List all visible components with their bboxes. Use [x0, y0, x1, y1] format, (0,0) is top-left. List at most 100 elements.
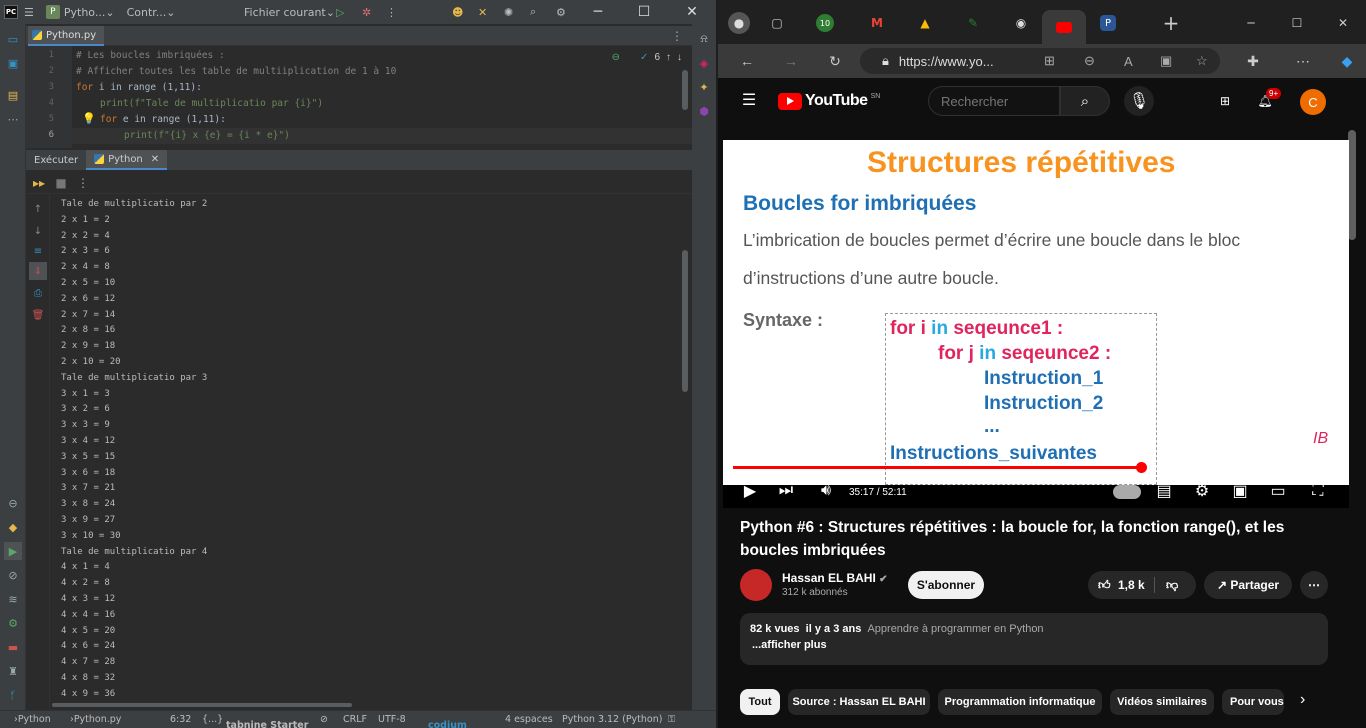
scroll-down-icon[interactable]: ↓: [29, 222, 47, 240]
chip-all[interactable]: Tout: [740, 689, 780, 715]
print-icon[interactable]: ⎙: [29, 284, 47, 302]
channel-avatar[interactable]: [740, 569, 772, 601]
search-input[interactable]: [928, 86, 1060, 116]
chips-next-icon[interactable]: ›: [1300, 691, 1305, 709]
browser-menu-icon[interactable]: ⋯: [1294, 52, 1312, 70]
ai-chat-icon[interactable]: ✦: [695, 78, 713, 96]
scroll-up-icon[interactable]: ↑: [29, 200, 47, 218]
lightbulb-icon[interactable]: 💡: [80, 109, 98, 127]
tab-gmail[interactable]: M: [864, 10, 890, 36]
project-selector[interactable]: P Pytho... ⌄: [40, 0, 121, 24]
read-aloud-icon[interactable]: A: [1124, 54, 1133, 69]
editor-scrollbar[interactable]: [682, 70, 688, 110]
tab-p[interactable]: P: [1100, 15, 1116, 31]
minimize-button[interactable]: ─: [576, 0, 620, 24]
clear-all-icon[interactable]: 🗑: [29, 306, 47, 324]
layers-icon[interactable]: ≋: [4, 590, 22, 608]
next-video-icon[interactable]: ⏭︎: [777, 482, 795, 500]
channel-name[interactable]: Hassan EL BAHI ✔: [782, 571, 888, 585]
vcs-selector[interactable]: Contr... ⌄: [121, 0, 182, 24]
run-console-output[interactable]: Tale de multiplicatio par 2 2 x 1 = 2 2 x …: [52, 194, 682, 706]
address-bar[interactable]: 🔒︎ https://www.yo... ⊞ ⊖ A ▣ ☆: [860, 48, 1220, 74]
scroll-to-end-icon[interactable]: ⇓: [29, 262, 47, 280]
no-errors-icon[interactable]: ⊘: [320, 714, 328, 725]
like-icon[interactable]: 👍︎: [1098, 578, 1111, 593]
tab-whatsapp[interactable]: 10: [816, 14, 834, 32]
next-highlight-icon[interactable]: ↓: [677, 52, 682, 63]
codium-icon[interactable]: ⬢: [695, 102, 713, 120]
youtube-logo[interactable]: YouTube SN: [778, 92, 880, 110]
favorite-icon[interactable]: ☆: [1196, 53, 1208, 69]
settings-icon[interactable]: ⚙: [550, 0, 572, 24]
tab-python-py[interactable]: Python.py: [28, 26, 105, 46]
run-tool-icon[interactable]: ▶: [4, 542, 22, 560]
hamburger-menu-icon[interactable]: ☰: [740, 91, 758, 109]
pycharm-logo-icon[interactable]: PC: [4, 5, 18, 19]
progress-bar[interactable]: [733, 462, 1339, 473]
run-more-icon[interactable]: ⋮: [74, 174, 92, 192]
console-h-scrollbar[interactable]: [52, 703, 352, 707]
chip-related[interactable]: Vidéos similaires: [1110, 689, 1214, 715]
browser-minimize-button[interactable]: ─: [1238, 10, 1264, 36]
run-tab-python[interactable]: Python ✕: [86, 150, 168, 170]
create-video-icon[interactable]: ⊞: [1216, 92, 1234, 110]
breadcrumb-file[interactable]: › Python.py: [70, 714, 121, 725]
file-encoding[interactable]: UTF-8: [378, 714, 406, 725]
subscribe-button[interactable]: S'abonner: [908, 571, 984, 599]
more-actions-button[interactable]: ⋯: [1300, 571, 1328, 599]
services-icon[interactable]: ⊘: [4, 566, 22, 584]
tab-drive[interactable]: ▲: [912, 10, 938, 36]
app-available-icon[interactable]: ⊞: [1044, 53, 1055, 69]
close-button[interactable]: ✕: [670, 0, 714, 24]
tab-actions-icon[interactable]: ▢: [764, 10, 790, 36]
line-separator[interactable]: CRLF: [343, 714, 367, 725]
ai-assistant-icon[interactable]: ✺: [498, 0, 519, 24]
video-player[interactable]: Structures répétitives Boucles for imbri…: [723, 140, 1349, 508]
chip-for-you[interactable]: Pour vous: [1222, 689, 1284, 715]
terminal-icon[interactable]: ▬: [4, 638, 22, 656]
settings-gear-icon[interactable]: ⚙: [1193, 482, 1211, 500]
chip-source[interactable]: Source : Hassan EL BAHI: [788, 689, 930, 715]
run-config-selector[interactable]: Fichier courant ⌄: [238, 0, 341, 24]
maximize-button[interactable]: ☐: [622, 0, 666, 24]
problems-icon[interactable]: ⚙: [4, 614, 22, 632]
indent-setting[interactable]: 4 espaces: [505, 714, 553, 725]
tab-options-icon[interactable]: ⋮: [668, 27, 686, 45]
debug-icon[interactable]: ✲: [356, 0, 377, 24]
autoplay-toggle[interactable]: [1113, 485, 1141, 499]
close-run-tab-icon[interactable]: ✕: [151, 154, 159, 165]
python-packages-icon[interactable]: ⊖: [4, 494, 22, 512]
description-box[interactable]: 82 k vues il y a 3 ans Apprendre à progr…: [740, 613, 1328, 665]
main-menu-icon[interactable]: ☰: [18, 0, 40, 24]
tab-youtube[interactable]: [1042, 10, 1086, 44]
tab-other[interactable]: ✎: [960, 10, 986, 36]
copilot-icon[interactable]: ◆: [1338, 52, 1356, 70]
back-icon[interactable]: ←: [738, 52, 756, 70]
volume-icon[interactable]: 🔊︎: [817, 482, 835, 500]
forward-icon[interactable]: →: [782, 52, 800, 70]
console-scrollbar[interactable]: [682, 250, 688, 392]
soft-wrap-icon[interactable]: ≡: [29, 242, 47, 260]
project-tool-icon[interactable]: ▭: [4, 30, 22, 48]
notifications-icon[interactable]: ♜: [4, 662, 22, 680]
show-more-link[interactable]: ...afficher plus: [752, 639, 1318, 651]
zoom-icon[interactable]: ⊖: [1084, 53, 1095, 69]
extensions-icon[interactable]: ✚: [1244, 52, 1262, 70]
rerun-icon[interactable]: ▸▸: [30, 174, 48, 192]
more-actions-icon[interactable]: ⋮: [380, 0, 403, 24]
refresh-icon[interactable]: ↻: [826, 52, 844, 70]
stop-icon[interactable]: ■: [52, 174, 70, 192]
notifications-bell-icon[interactable]: ⍾: [695, 30, 713, 48]
search-icon[interactable]: ⌕: [524, 0, 542, 24]
browser-maximize-button[interactable]: ☐: [1284, 10, 1310, 36]
new-tab-button[interactable]: +: [1158, 10, 1184, 36]
profile-avatar-icon[interactable]: ●: [728, 12, 750, 34]
play-icon[interactable]: ▶: [741, 482, 759, 500]
run-icon[interactable]: ▷: [330, 0, 350, 24]
chip-programming[interactable]: Programmation informatique: [938, 689, 1102, 715]
fullscreen-icon[interactable]: ⛶: [1309, 482, 1327, 500]
commit-tool-icon[interactable]: ▣: [4, 54, 22, 72]
code-editor[interactable]: 1 2 3 4 5 6 # Les boucles imbriquées : #…: [26, 46, 692, 148]
build-tools-icon[interactable]: ✕: [472, 0, 493, 24]
search-button[interactable]: ⌕: [1060, 86, 1110, 116]
